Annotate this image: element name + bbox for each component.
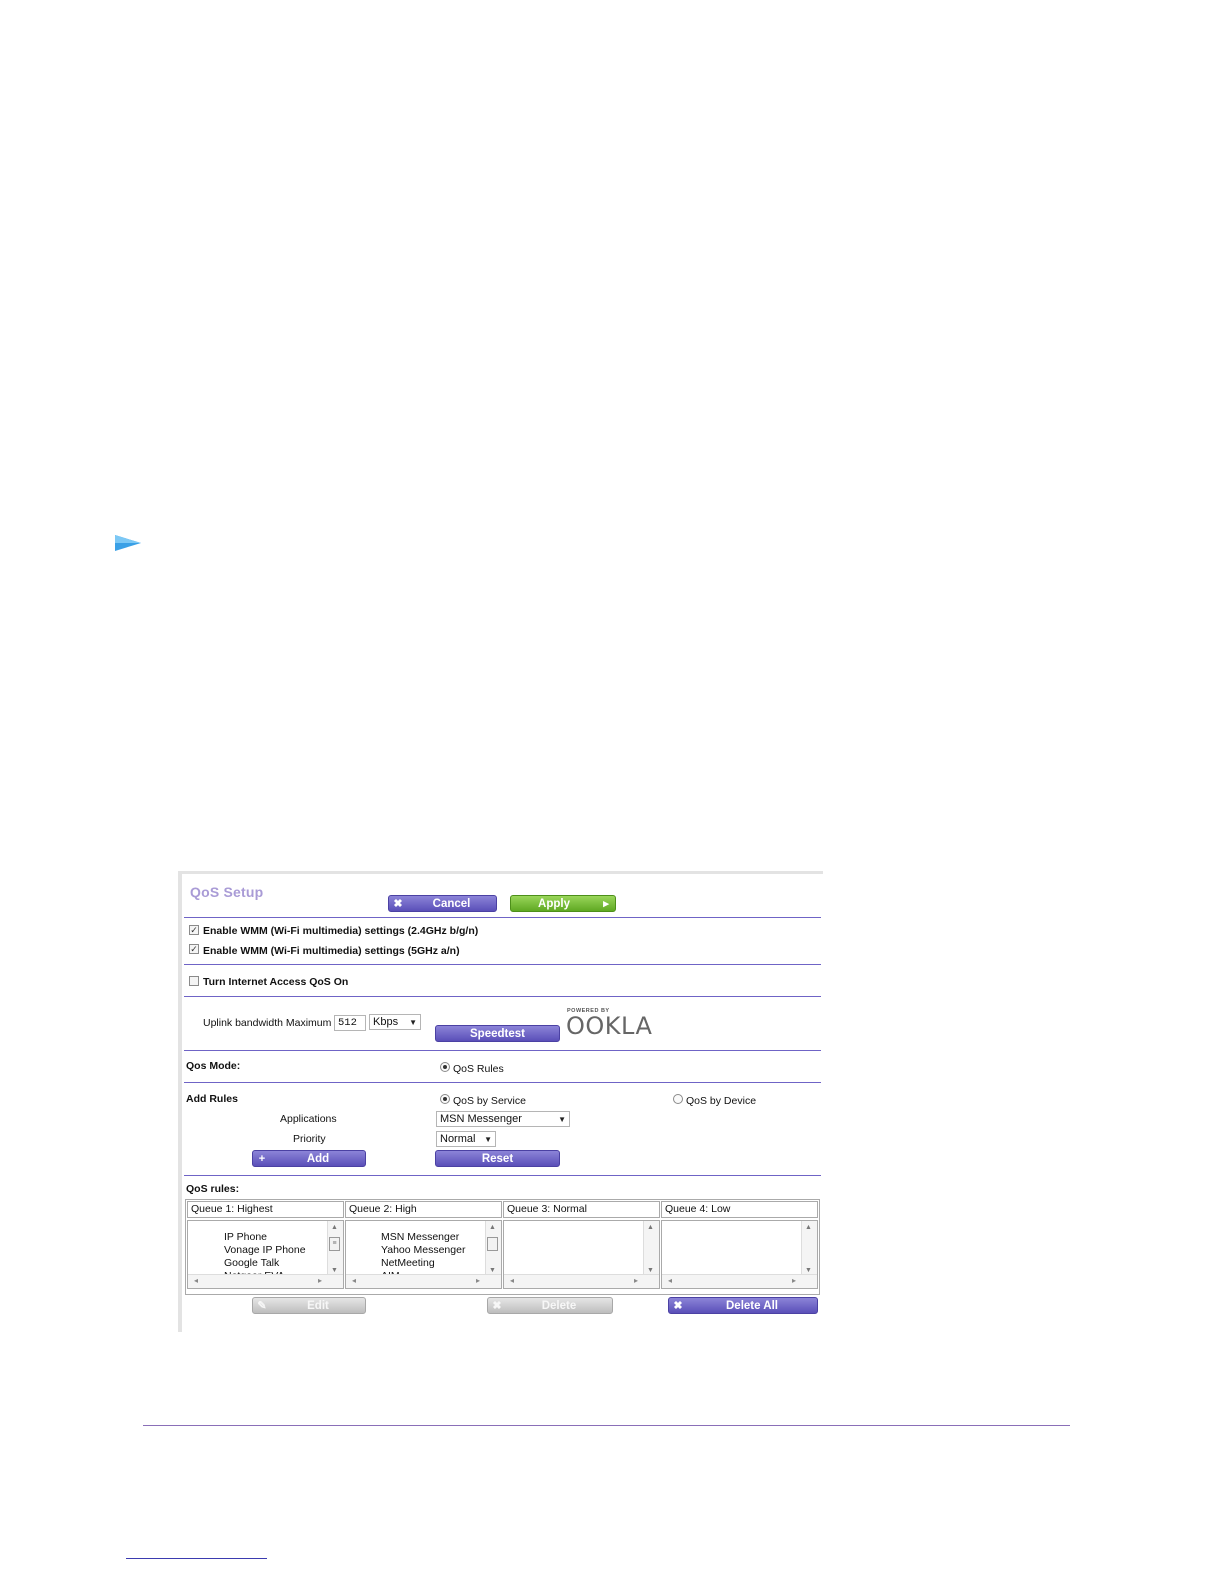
scroll-right-icon[interactable]: ▸ bbox=[634, 1276, 638, 1285]
scroll-thumb[interactable]: ≡ bbox=[329, 1237, 340, 1251]
applications-label: Applications bbox=[280, 1113, 337, 1125]
queue-header-highest: Queue 1: Highest bbox=[187, 1201, 344, 1218]
vertical-scrollbar[interactable]: ▲ ▼ bbox=[485, 1221, 501, 1276]
ookla-logo: OOKLA bbox=[566, 1012, 653, 1040]
queue-list-high[interactable]: MSN Messenger Yahoo Messenger NetMeeting… bbox=[345, 1220, 502, 1289]
queue-header-low: Queue 4: Low bbox=[661, 1201, 818, 1218]
delete-button[interactable]: ✖ Delete bbox=[487, 1297, 613, 1314]
list-item[interactable]: NetMeeting bbox=[381, 1257, 465, 1270]
add-rules-label: Add Rules bbox=[186, 1093, 238, 1105]
scroll-left-icon[interactable]: ◂ bbox=[194, 1276, 198, 1285]
internet-qos-checkbox[interactable] bbox=[189, 976, 199, 986]
horizontal-scrollbar[interactable]: ◂ ▸ bbox=[188, 1274, 343, 1288]
close-icon: ✖ bbox=[492, 1300, 502, 1312]
scroll-left-icon[interactable]: ◂ bbox=[668, 1276, 672, 1285]
section-divider bbox=[184, 1050, 821, 1051]
qos-rules-list-label: QoS rules: bbox=[186, 1183, 240, 1195]
section-divider bbox=[184, 964, 821, 965]
vertical-scrollbar[interactable]: ▲ ▼ bbox=[643, 1221, 659, 1276]
play-arrow-icon: ▸ bbox=[603, 898, 609, 910]
apply-button[interactable]: Apply ▸ bbox=[510, 895, 616, 912]
cancel-button[interactable]: ✖ Cancel bbox=[388, 895, 497, 912]
wmm-5ghz-label: Enable WMM (Wi-Fi multimedia) settings (… bbox=[203, 945, 460, 957]
close-icon: ✖ bbox=[673, 1300, 683, 1312]
reset-button[interactable]: Reset bbox=[435, 1150, 560, 1167]
qos-rules-label: QoS Rules bbox=[453, 1063, 504, 1075]
scroll-up-icon[interactable]: ▲ bbox=[331, 1224, 338, 1231]
chevron-down-icon: ▼ bbox=[484, 1134, 492, 1144]
uplink-label: Uplink bandwidth Maximum bbox=[203, 1017, 332, 1029]
wmm-24ghz-label: Enable WMM (Wi-Fi multimedia) settings (… bbox=[203, 925, 479, 937]
list-item[interactable]: Vonage IP Phone bbox=[224, 1244, 306, 1257]
section-divider bbox=[184, 996, 821, 997]
qos-by-service-radio[interactable] bbox=[440, 1094, 450, 1104]
section-divider bbox=[184, 1175, 821, 1176]
scroll-right-icon[interactable]: ▸ bbox=[476, 1276, 480, 1285]
queue-header-normal: Queue 3: Normal bbox=[503, 1201, 660, 1218]
vertical-scrollbar[interactable]: ▲ ▼ bbox=[801, 1221, 817, 1276]
uplink-bandwidth-input[interactable]: 512 bbox=[334, 1015, 366, 1031]
scroll-down-icon[interactable]: ▼ bbox=[489, 1267, 496, 1274]
scroll-left-icon[interactable]: ◂ bbox=[510, 1276, 514, 1285]
scroll-right-icon[interactable]: ▸ bbox=[318, 1276, 322, 1285]
scroll-down-icon[interactable]: ▼ bbox=[331, 1267, 338, 1274]
qos-by-service-label: QoS by Service bbox=[453, 1095, 526, 1107]
edit-button[interactable]: ✎ Edit bbox=[252, 1297, 366, 1314]
section-divider bbox=[184, 1082, 821, 1083]
scroll-down-icon[interactable]: ▼ bbox=[647, 1267, 654, 1274]
list-item[interactable]: MSN Messenger bbox=[381, 1231, 465, 1244]
plus-icon: + bbox=[258, 1152, 266, 1165]
scroll-thumb[interactable] bbox=[487, 1237, 498, 1251]
chevron-down-icon: ▼ bbox=[409, 1017, 417, 1027]
add-button[interactable]: + Add bbox=[252, 1150, 366, 1167]
qos-mode-label: Qos Mode: bbox=[186, 1060, 241, 1072]
scroll-up-icon[interactable]: ▲ bbox=[805, 1224, 812, 1231]
horizontal-scrollbar[interactable]: ◂ ▸ bbox=[346, 1274, 501, 1288]
queue-list-normal[interactable]: ▲ ▼ ◂ ▸ bbox=[503, 1220, 660, 1289]
applications-select[interactable]: MSN Messenger ▼ bbox=[436, 1111, 570, 1127]
horizontal-scrollbar[interactable]: ◂ ▸ bbox=[662, 1274, 817, 1288]
scroll-left-icon[interactable]: ◂ bbox=[352, 1276, 356, 1285]
close-icon: ✖ bbox=[393, 898, 403, 910]
pencil-icon: ✎ bbox=[257, 1300, 267, 1312]
scroll-right-icon[interactable]: ▸ bbox=[792, 1276, 796, 1285]
scroll-up-icon[interactable]: ▲ bbox=[647, 1224, 654, 1231]
wmm-5ghz-checkbox[interactable]: ✓ bbox=[189, 944, 199, 954]
speedtest-button[interactable]: Speedtest bbox=[435, 1025, 560, 1042]
queue-header-high: Queue 2: High bbox=[345, 1201, 502, 1218]
qos-by-device-radio[interactable] bbox=[673, 1094, 683, 1104]
chevron-down-icon: ▼ bbox=[558, 1114, 566, 1124]
scroll-down-icon[interactable]: ▼ bbox=[805, 1267, 812, 1274]
list-item[interactable]: Google Talk bbox=[224, 1257, 306, 1270]
footer-divider bbox=[143, 1425, 1070, 1426]
qos-by-device-label: QoS by Device bbox=[686, 1095, 757, 1107]
page-title: QoS Setup bbox=[190, 884, 264, 900]
scroll-up-icon[interactable]: ▲ bbox=[489, 1224, 496, 1231]
priority-select[interactable]: Normal ▼ bbox=[436, 1131, 496, 1147]
queue-list-highest[interactable]: IP Phone Vonage IP Phone Google Talk Net… bbox=[187, 1220, 344, 1289]
list-item[interactable]: IP Phone bbox=[224, 1231, 306, 1244]
internet-qos-label: Turn Internet Access QoS On bbox=[203, 976, 349, 988]
qos-rules-radio[interactable] bbox=[440, 1062, 450, 1072]
priority-label: Priority bbox=[293, 1133, 326, 1145]
list-item[interactable]: Yahoo Messenger bbox=[381, 1244, 465, 1257]
step-arrow-icon bbox=[115, 535, 141, 551]
uplink-unit-select[interactable]: Kbps ▼ bbox=[369, 1014, 421, 1030]
delete-all-button[interactable]: ✖ Delete All bbox=[668, 1297, 818, 1314]
queue-list-low[interactable]: ▲ ▼ ◂ ▸ bbox=[661, 1220, 818, 1289]
horizontal-scrollbar[interactable]: ◂ ▸ bbox=[504, 1274, 659, 1288]
wmm-24ghz-checkbox[interactable]: ✓ bbox=[189, 925, 199, 935]
footer-link-underline bbox=[126, 1558, 267, 1559]
section-divider bbox=[184, 917, 821, 918]
vertical-scrollbar[interactable]: ▲ ≡ ▼ bbox=[327, 1221, 343, 1276]
